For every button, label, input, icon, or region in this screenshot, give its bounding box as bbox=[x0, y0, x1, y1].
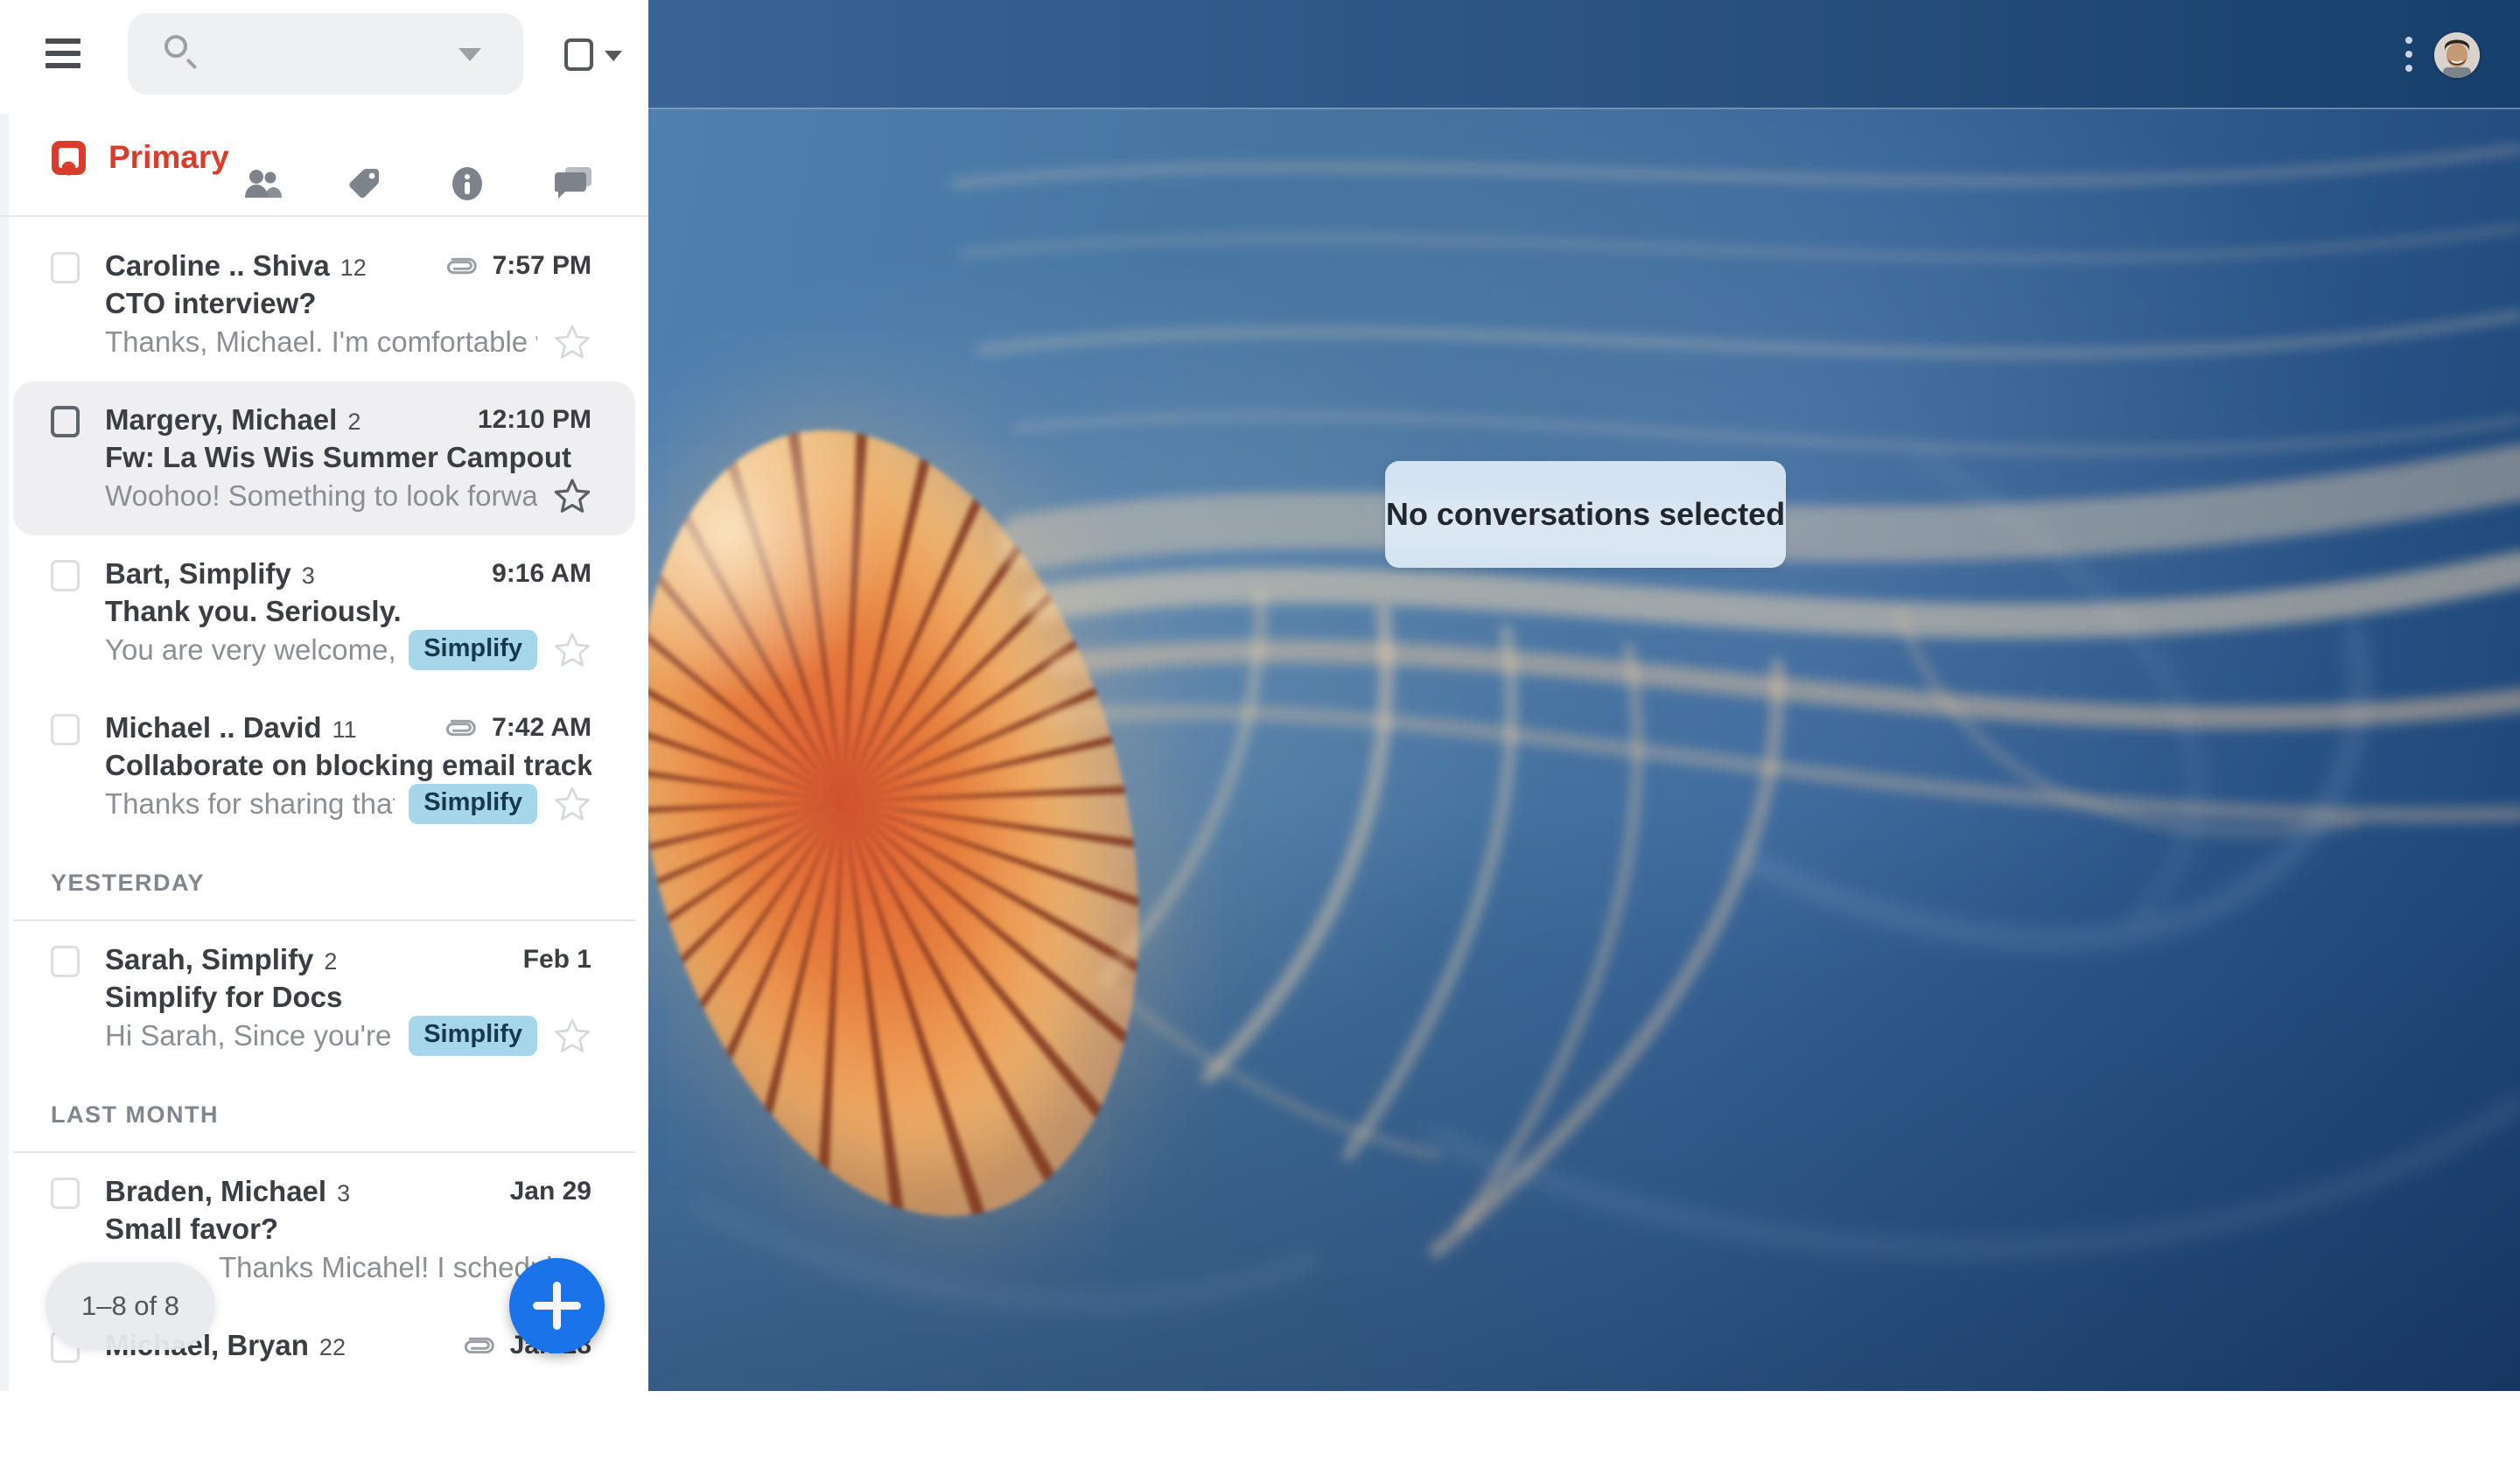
thread-count: 22 bbox=[319, 1331, 346, 1361]
main-menu-icon[interactable] bbox=[46, 38, 80, 70]
people-icon bbox=[242, 166, 284, 201]
avatar[interactable] bbox=[2434, 32, 2480, 78]
attachment-icon bbox=[441, 717, 480, 739]
tab-forums[interactable] bbox=[553, 140, 593, 227]
panel-edge-strip bbox=[0, 114, 9, 1391]
info-icon bbox=[449, 165, 486, 202]
email-row[interactable]: Caroline .. Shiva 12 7:57 PM CTO intervi… bbox=[13, 227, 635, 381]
jellyfish-tentacles-image bbox=[648, 0, 2520, 1391]
search-input[interactable] bbox=[211, 29, 473, 78]
email-subject: Thank you. Seriously. bbox=[105, 593, 592, 630]
email-checkbox[interactable] bbox=[51, 406, 80, 437]
compose-button[interactable] bbox=[509, 1258, 605, 1353]
email-subject: Simplify for Docs bbox=[105, 979, 592, 1016]
search-icon bbox=[164, 35, 201, 72]
email-subject bbox=[105, 1365, 592, 1402]
email-checkbox[interactable] bbox=[51, 714, 80, 745]
topbar bbox=[0, 0, 648, 114]
photo-top-band bbox=[648, 0, 2520, 109]
email-sender: Michael .. David bbox=[105, 711, 322, 744]
tag-icon bbox=[346, 166, 382, 201]
email-snippet: Thanks, Michael. I'm comfortable with… bbox=[105, 325, 537, 359]
inbox-icon bbox=[50, 139, 88, 177]
email-sender: Caroline .. Shiva bbox=[105, 249, 330, 283]
email-subject: CTO interview? bbox=[105, 285, 592, 322]
email-subject: Collaborate on blocking email trackers? bbox=[105, 747, 592, 784]
email-time: 9:16 AM bbox=[492, 559, 592, 589]
forum-icon bbox=[553, 165, 593, 202]
section-header-label: LAST MONTH bbox=[51, 1101, 219, 1128]
empty-state-message: No conversations selected bbox=[1385, 461, 1786, 568]
thread-count: 11 bbox=[332, 713, 357, 744]
email-snippet: You are very welcome, Mic… bbox=[105, 633, 395, 667]
email-snippet: Thanks for sharing that Dav… bbox=[105, 787, 395, 821]
email-time: 7:57 PM bbox=[493, 251, 592, 281]
email-sender: Bart, Simplify bbox=[105, 557, 291, 591]
email-checkbox[interactable] bbox=[51, 252, 80, 283]
email-sender: Margery, Michael bbox=[105, 403, 337, 437]
tab-primary[interactable]: Primary bbox=[50, 114, 229, 201]
star-icon[interactable] bbox=[553, 478, 592, 514]
section-header-label: YESTERDAY bbox=[51, 870, 205, 896]
star-icon[interactable] bbox=[553, 1017, 592, 1054]
more-options-icon[interactable] bbox=[2403, 37, 2415, 73]
star-icon[interactable] bbox=[553, 632, 592, 668]
email-sender: Sarah, Simplify bbox=[105, 943, 313, 976]
star-icon[interactable] bbox=[553, 786, 592, 822]
email-row[interactable]: Michael .. David 11 7:42 AM Collaborate … bbox=[13, 689, 635, 843]
email-time: Feb 1 bbox=[523, 945, 592, 975]
email-row[interactable]: Margery, Michael 2 12:10 PM Fw: La Wis W… bbox=[13, 381, 635, 535]
pagination-text: 1–8 of 8 bbox=[81, 1290, 179, 1322]
email-checkbox[interactable] bbox=[51, 946, 80, 977]
email-sender: Braden, Michael bbox=[105, 1175, 326, 1208]
select-all-checkbox[interactable] bbox=[564, 38, 593, 71]
email-checkbox[interactable] bbox=[51, 560, 80, 591]
email-time: Jan 29 bbox=[510, 1177, 592, 1206]
email-snippet: Woohoo! Something to look forward t… bbox=[105, 479, 537, 513]
email-checkbox[interactable] bbox=[51, 1178, 80, 1209]
email-row[interactable]: Bart, Simplify 3 9:16 AM Thank you. Seri… bbox=[13, 535, 635, 689]
tab-promotions[interactable] bbox=[346, 140, 382, 227]
email-row[interactable]: Sarah, Simplify 2 Feb 1 Simplify for Doc… bbox=[13, 921, 635, 1075]
inbox-tabs: Primary bbox=[0, 114, 648, 217]
simplify-badge: Simplify bbox=[409, 784, 537, 824]
thread-count: 3 bbox=[302, 559, 315, 590]
select-all-control[interactable] bbox=[564, 38, 622, 73]
search-options-chevron-icon[interactable] bbox=[458, 48, 481, 61]
section-header-last-month: LAST MONTH bbox=[13, 1101, 635, 1153]
thread-count: 12 bbox=[340, 251, 367, 282]
email-time: 7:42 AM bbox=[492, 713, 592, 743]
simplify-badge: Simplify bbox=[409, 630, 537, 670]
star-icon[interactable] bbox=[553, 324, 592, 360]
thread-count: 2 bbox=[324, 945, 337, 975]
tab-updates[interactable] bbox=[449, 140, 486, 227]
thread-count: 2 bbox=[347, 405, 360, 436]
search-box[interactable] bbox=[128, 13, 523, 94]
select-all-chevron-icon[interactable] bbox=[605, 51, 622, 61]
thread-count: 3 bbox=[337, 1177, 350, 1207]
tab-primary-label: Primary bbox=[108, 139, 229, 176]
tab-social[interactable] bbox=[242, 140, 284, 227]
email-subject: Small favor? bbox=[105, 1211, 592, 1248]
email-snippet: Hi Sarah, Since you're alrea… bbox=[105, 1019, 395, 1052]
email-time: 12:10 PM bbox=[478, 405, 592, 435]
reading-pane-background: No conversations selected bbox=[648, 0, 2520, 1391]
message-list-panel: Primary bbox=[0, 0, 648, 1391]
section-header-yesterday: YESTERDAY bbox=[13, 870, 635, 921]
simplify-badge: Simplify bbox=[409, 1016, 537, 1056]
user-photo-icon bbox=[2434, 32, 2480, 78]
pagination-status: 1–8 of 8 bbox=[46, 1262, 215, 1350]
empty-state-text: No conversations selected bbox=[1386, 496, 1785, 533]
email-subject: Fw: La Wis Wis Summer Campout bbox=[105, 439, 592, 476]
attachment-icon bbox=[459, 1334, 498, 1357]
attachment-icon bbox=[442, 255, 480, 277]
